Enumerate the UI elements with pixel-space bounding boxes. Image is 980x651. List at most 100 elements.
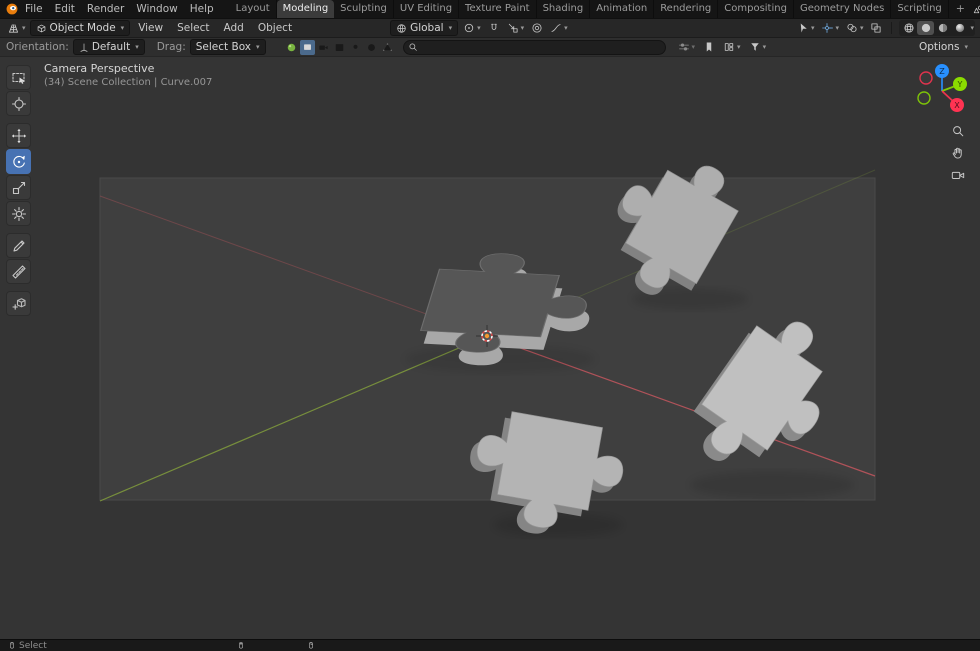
menu-select[interactable]: Select — [171, 19, 215, 37]
workspace-tab-uv-editing[interactable]: UV Editing — [394, 0, 460, 18]
filter-button[interactable]: ▾ — [747, 39, 769, 55]
pan-view-button[interactable] — [948, 143, 968, 163]
workspace-tab-compositing[interactable]: Compositing — [718, 0, 794, 18]
workspace-tab-geometry-nodes[interactable]: Geometry Nodes — [794, 0, 892, 18]
rotate-icon — [11, 154, 27, 170]
workspace-tab-sculpting[interactable]: Sculpting — [334, 0, 394, 18]
shading-material-button[interactable] — [934, 21, 951, 35]
gizmo-x-label: X — [954, 101, 960, 110]
pivot-point-button[interactable]: ▾ — [461, 20, 483, 36]
menu-render[interactable]: Render — [81, 0, 130, 18]
tool-cursor[interactable] — [6, 91, 31, 116]
tool-transform[interactable] — [6, 201, 31, 226]
camera-icon — [951, 168, 965, 182]
screen-icon[interactable] — [299, 39, 315, 55]
material-sphere-icon — [937, 22, 949, 34]
axis-icon — [79, 42, 89, 52]
chevron-down-icon: ▾ — [256, 42, 260, 51]
tool-measure[interactable] — [6, 259, 31, 284]
tool-rotate[interactable] — [6, 149, 31, 174]
add-workspace-button[interactable]: + — [949, 0, 972, 18]
hand-icon — [951, 146, 965, 160]
rendered-sphere-icon — [954, 22, 966, 34]
display-mode-button[interactable]: ▾ — [721, 39, 743, 55]
tool-annotate[interactable] — [6, 233, 31, 258]
snap-toggle-button[interactable] — [486, 20, 502, 36]
gizmo-x-negative[interactable] — [919, 71, 933, 85]
workspace-tab-animation[interactable]: Animation — [590, 0, 655, 18]
menu-window[interactable]: Window — [130, 0, 183, 18]
workspace-tab-texture-paint[interactable]: Texture Paint — [459, 0, 537, 18]
snap-settings-button[interactable]: ▾ — [505, 20, 527, 36]
menu-view[interactable]: View — [132, 19, 169, 37]
orientation-dropdown[interactable]: Global ▾ — [390, 20, 459, 36]
scene-canvas — [99, 135, 876, 546]
tool-move[interactable] — [6, 123, 31, 148]
measure-icon — [11, 264, 27, 280]
menu-object[interactable]: Object — [252, 19, 298, 37]
view-info: Camera Perspective (34) Scene Collection… — [44, 62, 212, 88]
light-filter-icon[interactable] — [348, 40, 363, 55]
orientation-default-label: Default — [91, 41, 131, 53]
workspace-tab-shading[interactable]: Shading — [537, 0, 591, 18]
snap-target-icon — [507, 22, 519, 34]
drag-mode-dropdown[interactable]: Select Box ▾ — [189, 39, 266, 55]
workspace-tab-layout[interactable]: Layout — [230, 0, 277, 18]
chevron-down-icon: ▾ — [520, 23, 525, 32]
options-dropdown[interactable]: Options ▾ — [913, 39, 974, 55]
mouse-middle-icon — [237, 641, 245, 650]
mode-dropdown[interactable]: Object Mode ▾ — [29, 20, 131, 36]
display-list-icon — [723, 41, 735, 53]
falloff-curve-icon — [550, 22, 562, 34]
material-ball-icon[interactable] — [284, 40, 299, 55]
show-overlays-button[interactable]: ▾ — [844, 20, 866, 36]
proportional-falloff-button[interactable]: ▾ — [548, 20, 570, 36]
editor-type-button[interactable]: ▾ — [5, 20, 28, 36]
shading-rendered-button[interactable] — [951, 21, 968, 35]
shadow — [494, 513, 622, 537]
toggle-xray-button[interactable] — [868, 20, 884, 36]
camera-filter-icon[interactable] — [316, 40, 331, 55]
options-label: Options — [918, 41, 960, 53]
xray-icon — [870, 22, 882, 34]
chevron-down-icon: ▾ — [477, 23, 481, 32]
tool-add-cube[interactable] — [6, 291, 31, 316]
bookmark-button[interactable] — [701, 39, 717, 55]
workspace-tab-rendering[interactable]: Rendering — [654, 0, 719, 18]
object-mode-icon — [36, 23, 47, 34]
magnet-icon — [488, 22, 500, 34]
blender-logo-icon[interactable] — [5, 2, 19, 16]
tool-select-box[interactable] — [6, 65, 31, 90]
workspace-tab-scripting[interactable]: Scripting — [891, 0, 949, 18]
navigation-gizmo[interactable]: Z Y X — [912, 61, 972, 121]
gizmo-y-negative[interactable] — [917, 91, 931, 105]
search-input[interactable] — [402, 39, 666, 55]
view-name-label: Camera Perspective — [44, 62, 155, 75]
proportional-editing-button[interactable] — [529, 20, 545, 36]
menu-edit[interactable]: Edit — [49, 0, 81, 18]
object-origin-dot — [484, 333, 490, 339]
menu-add[interactable]: Add — [218, 19, 250, 37]
workspace-tab-modeling[interactable]: Modeling — [276, 0, 335, 18]
mesh-filter-icon[interactable] — [380, 40, 395, 55]
shading-solid-button[interactable] — [917, 21, 935, 35]
orientation-default-dropdown[interactable]: Default ▾ — [72, 39, 145, 55]
collapsed-dropdown-button[interactable]: ▾ — [676, 39, 698, 55]
menu-help[interactable]: Help — [184, 0, 220, 18]
workspace-tabs: Layout Modeling Sculpting UV Editing Tex… — [230, 0, 972, 18]
shading-wireframe-button[interactable] — [900, 21, 917, 35]
gizmo-z-label: Z — [939, 67, 945, 76]
object-visibility-button[interactable]: ▾ — [795, 20, 817, 36]
tool-scale[interactable] — [6, 175, 31, 200]
scene-icon — [972, 3, 980, 15]
zoom-view-button[interactable] — [948, 121, 968, 141]
show-gizmo-button[interactable]: ▾ — [819, 20, 841, 36]
image-filter-icon[interactable] — [332, 40, 347, 55]
drag-mode-label: Select Box — [195, 41, 252, 53]
camera-view-button[interactable] — [948, 165, 968, 185]
menu-file[interactable]: File — [19, 0, 49, 18]
viewport-3d[interactable]: Camera Perspective (34) Scene Collection… — [0, 57, 980, 639]
world-filter-icon[interactable] — [364, 40, 379, 55]
scene-picker[interactable]: ▾ Scene — [972, 3, 980, 15]
separator — [891, 22, 893, 34]
